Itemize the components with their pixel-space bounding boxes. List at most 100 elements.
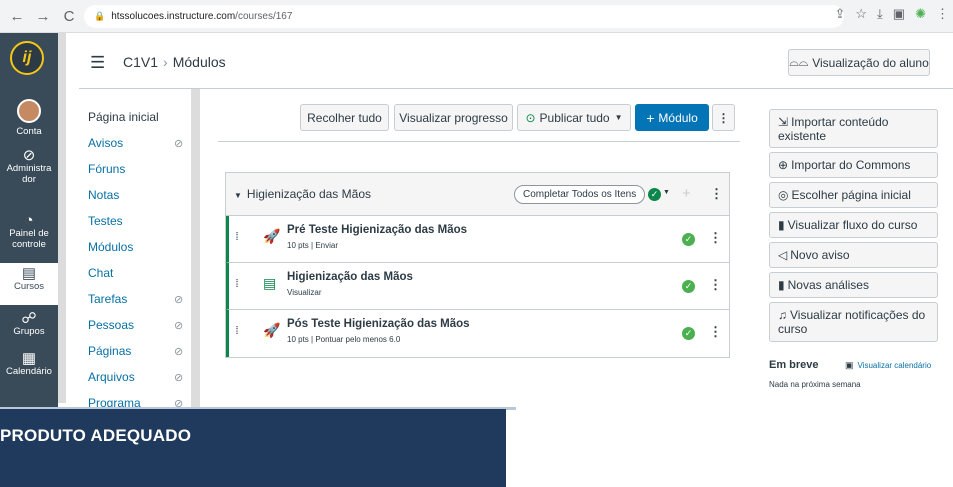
bookmark-star-icon[interactable]: ☆ — [855, 6, 867, 22]
drag-handle-icon[interactable]: ⁞⁞ — [235, 231, 239, 243]
hidden-eye-icon: ⊘ — [174, 320, 184, 332]
view-calendar-link[interactable]: ▣ Visualizar calendário — [845, 360, 931, 371]
add-item-plus-icon[interactable]: + — [682, 185, 691, 202]
item-kebab-icon[interactable]: ⋮ — [709, 277, 722, 293]
course-nav-home[interactable]: Página inicial — [88, 110, 159, 124]
course-nav-discussions[interactable]: Fóruns — [88, 162, 125, 176]
course-nav-announcements[interactable]: Avisos — [88, 136, 123, 150]
module-header[interactable]: ▼ Higienização das Mãos Completar Todos o… — [226, 173, 729, 216]
plus-icon: + — [646, 109, 655, 126]
module-item[interactable]: ⁞⁞ 🚀 Pós Teste Higienização das Mãos 10 … — [226, 310, 729, 357]
module-item-details: 10 pts | Enviar — [287, 241, 338, 250]
view-progress-button[interactable]: Visualizar progresso — [394, 104, 513, 131]
course-nav-scrollbar[interactable] — [191, 89, 200, 407]
module-kebab-icon[interactable]: ⋮ — [710, 186, 723, 202]
bell-icon: ♫ — [778, 308, 787, 322]
publish-all-button[interactable]: ⊙ Publicar tudo ▼ — [517, 104, 631, 131]
import-content-button[interactable]: ⇲ Importar conteúdo existente — [769, 109, 938, 148]
complete-all-items-badge[interactable]: Completar Todos os Itens — [514, 185, 646, 204]
course-nav-people[interactable]: Pessoas — [88, 318, 134, 332]
module-item[interactable]: ⁞⁞ ▤ Higienização das Mãos Visualizar ✓ … — [226, 263, 729, 310]
lock-icon: 🔒 — [94, 11, 106, 21]
dashboard-gauge-icon: ◔ — [24, 212, 34, 229]
institution-logo[interactable]: ij — [10, 41, 44, 75]
import-commons-button[interactable]: ⊕ Importar do Commons — [769, 152, 938, 178]
banner-text: PRODUTO ADEQUADO — [0, 426, 192, 445]
course-nav-quizzes[interactable]: Testes — [88, 214, 123, 228]
nav-courses[interactable]: ▤ Cursos — [0, 263, 58, 305]
item-published-icon[interactable]: ✓ — [682, 327, 695, 340]
hamburger-menu-icon[interactable]: ☰ — [90, 53, 108, 73]
nav-groups[interactable]: ☍ Grupos — [0, 311, 58, 337]
megaphone-icon: ◁ — [778, 248, 788, 262]
nothing-next-week: Nada na próxima semana — [769, 380, 861, 389]
nav-calendar[interactable]: ▦ Calendário — [0, 350, 58, 377]
new-announcement-button[interactable]: ◁ Novo aviso — [769, 242, 938, 268]
account-avatar — [17, 99, 41, 123]
course-nav-assignments[interactable]: Tarefas — [88, 292, 127, 306]
module-card: ▼ Higienização das Mãos Completar Todos o… — [225, 172, 730, 358]
kebab-icon: ⋮ — [717, 110, 730, 125]
header-divider — [79, 88, 953, 89]
course-stream-button[interactable]: ▮ Visualizar fluxo do curso — [769, 212, 938, 238]
nav-dashboard[interactable]: ◔ Painel de controle — [0, 212, 58, 250]
courses-book-icon: ▤ — [21, 265, 37, 282]
import-icon: ⇲ — [778, 115, 789, 129]
forward-icon[interactable]: → — [32, 5, 54, 27]
drag-handle-icon[interactable]: ⁞⁞ — [235, 278, 239, 290]
item-published-icon[interactable]: ✓ — [682, 233, 695, 246]
nav-admin[interactable]: ⊘ Administra dor — [0, 147, 58, 185]
item-kebab-icon[interactable]: ⋮ — [709, 230, 722, 246]
extension-icon[interactable]: ✺ — [915, 6, 926, 22]
course-nav-pages[interactable]: Páginas — [88, 344, 131, 358]
browser-toolbar: ← → C 🔒 htssolucoes.instructure.com/cour… — [0, 0, 953, 33]
student-view-button[interactable]: ⌓⌓ Visualização do aluno — [788, 49, 930, 76]
hidden-eye-icon: ⊘ — [174, 294, 184, 306]
add-module-button[interactable]: + Módulo — [635, 104, 709, 131]
choose-home-button[interactable]: ◎ Escolher página inicial — [769, 182, 938, 208]
course-nav-files[interactable]: Arquivos — [88, 370, 135, 384]
course-nav-chat[interactable]: Chat — [88, 266, 113, 280]
breadcrumb: C1V1 › Módulos — [123, 54, 226, 70]
back-icon[interactable]: ← — [6, 5, 28, 27]
module-item-title[interactable]: Pós Teste Higienização das Mãos — [287, 318, 470, 330]
toolbar-more-button[interactable]: ⋮ — [712, 104, 735, 131]
caption-banner — [0, 409, 506, 487]
share-icon[interactable]: ⇪ — [834, 6, 845, 22]
global-nav-scrollbar[interactable] — [58, 33, 66, 403]
commons-icon: ⊕ — [778, 158, 789, 172]
toolbar-divider — [218, 141, 740, 142]
drag-handle-icon[interactable]: ⁞⁞ — [235, 325, 239, 337]
chevron-down-icon[interactable]: ▼ — [663, 189, 670, 196]
hidden-eye-icon: ⊘ — [174, 346, 184, 358]
collapse-caret-icon[interactable]: ▼ — [234, 191, 242, 200]
breadcrumb-page: Módulos — [172, 54, 226, 70]
collapse-all-button[interactable]: Recolher tudo — [300, 104, 389, 131]
module-item-title[interactable]: Pré Teste Higienização das Mãos — [287, 224, 467, 236]
module-title: ▼ Higienização das Mãos — [234, 187, 371, 201]
window-icon[interactable]: ▣ — [893, 6, 905, 22]
address-bar[interactable]: 🔒 htssolucoes.instructure.com/courses/16… — [84, 5, 844, 28]
hidden-eye-icon: ⊘ — [174, 372, 184, 384]
course-nav-modules[interactable]: Módulos — [88, 240, 133, 254]
analytics-bar-icon: ▮ — [778, 278, 785, 292]
module-published-icon[interactable]: ✓ — [648, 188, 661, 201]
quiz-rocket-icon: 🚀 — [263, 322, 281, 338]
nav-account[interactable]: Conta — [0, 99, 58, 137]
quiz-rocket-icon: 🚀 — [263, 228, 281, 244]
item-kebab-icon[interactable]: ⋮ — [709, 324, 722, 340]
course-nav-grades[interactable]: Notas — [88, 188, 119, 202]
module-item[interactable]: ⁞⁞ 🚀 Pré Teste Higienização das Mãos 10 … — [226, 216, 729, 263]
reload-icon[interactable]: C — [58, 5, 80, 27]
breadcrumb-course[interactable]: C1V1 — [123, 54, 158, 70]
breadcrumb-separator: › — [163, 54, 168, 70]
module-item-title[interactable]: Higienização das Mãos — [287, 271, 413, 283]
item-published-icon[interactable]: ✓ — [682, 280, 695, 293]
download-icon[interactable]: ⤓ — [877, 6, 883, 22]
admin-shield-icon: ⊘ — [22, 147, 36, 164]
new-analytics-button[interactable]: ▮ Novas análises — [769, 272, 938, 298]
calendar-icon: ▦ — [21, 350, 37, 367]
course-notifications-button[interactable]: ♫ Visualizar notificações do curso — [769, 302, 938, 342]
chevron-down-icon: ▼ — [614, 113, 623, 122]
menu-dots-icon[interactable]: ⋮ — [936, 6, 949, 22]
